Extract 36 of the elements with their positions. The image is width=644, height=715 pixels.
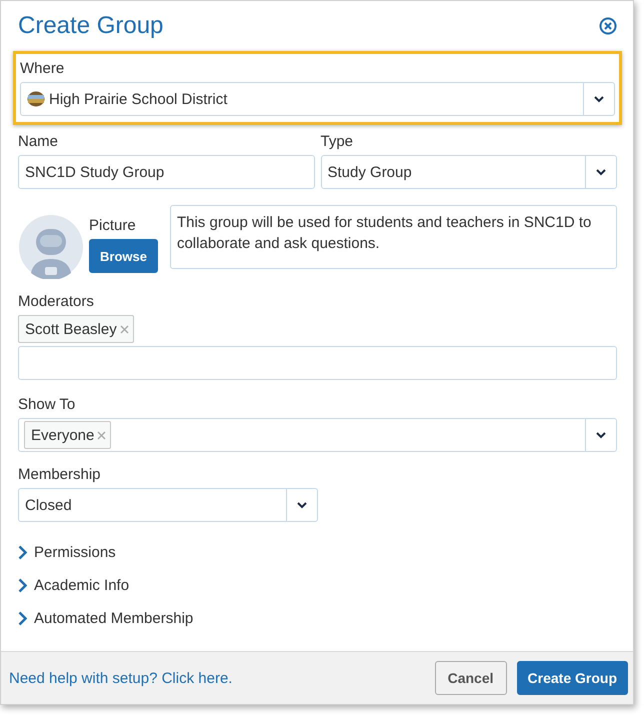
moderator-tag: Scott Beasley: [18, 315, 134, 343]
dialog-title: Create Group: [18, 12, 164, 40]
browse-button[interactable]: Browse: [89, 239, 158, 273]
section-toggle[interactable]: Academic Info: [18, 569, 130, 602]
field-label: Where: [20, 60, 66, 77]
cancel-button[interactable]: Cancel: [434, 661, 507, 695]
show-to-select[interactable]: Everyone: [18, 418, 617, 452]
type-select[interactable]: Study Group: [320, 155, 617, 189]
section-toggle[interactable]: Permissions: [18, 536, 116, 569]
chevron-icon: [18, 545, 27, 560]
field-label: Picture: [89, 217, 136, 234]
chevron-icon: [18, 578, 27, 593]
remove-icon[interactable]: [97, 430, 106, 440]
district-logo-icon: [27, 91, 45, 107]
close-icon[interactable]: [599, 17, 617, 35]
create-button[interactable]: Create Group: [516, 661, 628, 695]
audience-tag: Everyone: [24, 421, 112, 449]
field-label: Type: [320, 133, 354, 150]
field-label: Membership: [18, 466, 101, 483]
field-label: Show To: [18, 396, 76, 413]
membership-select[interactable]: Closed: [18, 488, 318, 522]
avatar-icon: [19, 215, 83, 279]
name-field[interactable]: SNC1D Study Group: [18, 155, 314, 189]
chevron-icon: [18, 611, 27, 626]
field-label: Name: [18, 133, 60, 150]
field-label: Moderators: [18, 293, 94, 310]
caret-icon: [594, 96, 604, 102]
description-field[interactable]: This group will be used for students and teachers in SNC1D to collaborate and ask questions.: [170, 205, 617, 269]
caret-icon: [596, 432, 606, 438]
where-select[interactable]: High Prairie School District: [20, 82, 615, 116]
caret-icon: [596, 168, 606, 176]
section-toggle[interactable]: Automated Membership: [18, 602, 194, 635]
moderator-field[interactable]: [18, 346, 617, 380]
help-link[interactable]: Need help with setup? Click here.: [9, 670, 232, 686]
remove-icon[interactable]: [120, 324, 129, 334]
caret-icon: [297, 502, 307, 508]
